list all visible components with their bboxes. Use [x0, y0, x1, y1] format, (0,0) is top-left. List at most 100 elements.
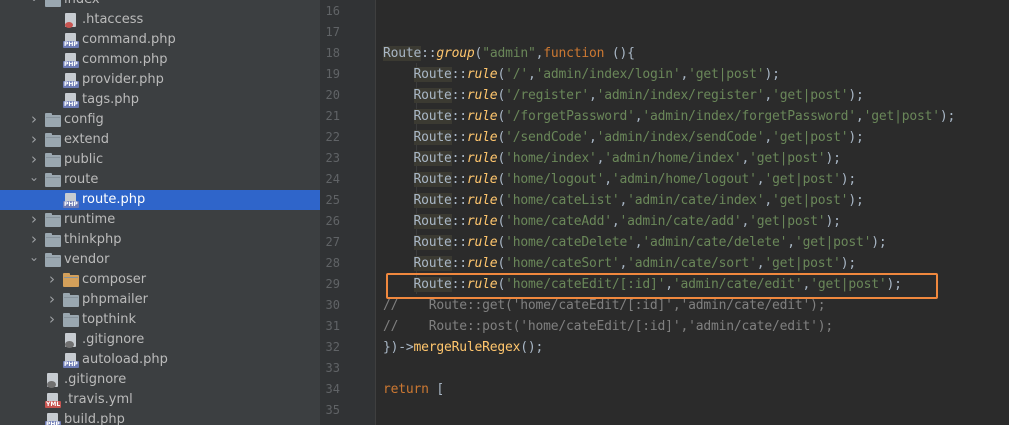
code-token: ( [497, 109, 506, 124]
chevron-right-icon[interactable]: › [28, 150, 40, 170]
tree-item-autoload-php[interactable]: PHP autoload.php [0, 350, 320, 370]
code-line[interactable]: Route::rule('home/cateList','admin/cate/… [383, 190, 864, 211]
code-token: Route [413, 88, 452, 103]
tree-item-thinkphp[interactable]: › thinkphp [0, 230, 320, 250]
code-line[interactable]: Route::rule('home/cateSort','admin/cate/… [383, 253, 856, 274]
tree-item-topthink[interactable]: › topthink [0, 310, 320, 330]
tree-item-label: runtime [64, 212, 116, 227]
code-line[interactable]: Route::rule('home/index','admin/home/ind… [383, 148, 841, 169]
folder-icon [45, 173, 61, 187]
code-token: :: [451, 214, 467, 229]
code-token: , [611, 214, 620, 229]
code-token: 'admin/index/forgetPassword' [642, 109, 856, 124]
tree-item-vendor[interactable]: ⌄ vendor [0, 250, 320, 270]
tree-item-label: config [64, 112, 104, 127]
code-token: rule [466, 130, 498, 145]
tree-item-extend[interactable]: › extend [0, 130, 320, 150]
code-token: Route [413, 256, 452, 271]
tree-item-runtime[interactable]: › runtime [0, 210, 320, 230]
php-file-icon: PHP [63, 93, 79, 108]
tree-item-travis-yml[interactable]: YML .travis.yml [0, 390, 320, 410]
code-line[interactable]: Route::group("admin",function (){ [383, 43, 635, 64]
tree-item-build-php[interactable]: PHP build.php [0, 410, 320, 425]
code-token: 'admin/cate/index' [627, 193, 765, 208]
code-token: 'get|post' [863, 109, 940, 124]
code-token: [ [428, 382, 445, 397]
line-number: 23 [325, 151, 340, 165]
code-token: ); [939, 109, 956, 124]
tree-item-composer[interactable]: › composer [0, 270, 320, 290]
code-token: 'home/cateList' [505, 193, 620, 208]
code-line[interactable]: Route::rule('/forgetPassword','admin/ind… [383, 106, 955, 127]
tree-item-index[interactable]: ⌄ index [0, 0, 320, 10]
code-token: ( [497, 151, 506, 166]
code-token: :: [421, 46, 437, 61]
line-number: 34 [325, 382, 340, 396]
chevron-right-icon[interactable]: › [28, 130, 40, 150]
chevron-down-icon[interactable]: ⌄ [28, 170, 40, 190]
tree-item-label: topthink [82, 312, 137, 327]
code-token: (){ [604, 46, 635, 61]
code-token: ); [848, 88, 864, 103]
chevron-down-icon[interactable]: ⌄ [28, 250, 40, 270]
code-token: ); [764, 67, 780, 82]
tree-item-label: tags.php [82, 92, 139, 107]
chevron-right-icon[interactable]: › [46, 290, 58, 310]
tree-item-htaccess[interactable]: .htaccess [0, 10, 320, 30]
tree-item-public[interactable]: › public [0, 150, 320, 170]
tree-item-gitignore[interactable]: .gitignore [0, 330, 320, 350]
tree-item-command-php[interactable]: PHP command.php [0, 30, 320, 50]
php-file-icon: PHP [63, 193, 79, 208]
code-line[interactable]: Route::rule('/sendCode','admin/index/sen… [383, 127, 864, 148]
code-token: })-> [383, 340, 414, 355]
code-token: Route [413, 172, 452, 187]
code-token: :: [451, 151, 467, 166]
folder-icon [45, 0, 61, 7]
code-line[interactable]: return [ [383, 379, 444, 400]
tree-item-label: build.php [64, 412, 125, 425]
code-token: rule [466, 88, 498, 103]
code-token: ( [497, 172, 506, 187]
code-line[interactable]: Route::rule('home/logout','admin/home/lo… [383, 169, 856, 190]
chevron-right-icon[interactable]: › [28, 110, 40, 130]
code-token: rule [466, 151, 498, 166]
line-number: 18 [325, 46, 340, 60]
code-line[interactable]: })->mergeRuleRegex(); [383, 337, 543, 358]
code-token: :: [451, 88, 467, 103]
tree-item-config[interactable]: › config [0, 110, 320, 130]
line-number: 32 [325, 340, 340, 354]
code-line[interactable]: Route::rule('/register','admin/index/reg… [383, 85, 864, 106]
tree-item-tags-php[interactable]: PHP tags.php [0, 90, 320, 110]
code-line[interactable]: Route::rule('/','admin/index/login','get… [383, 64, 780, 85]
tree-item-route-php[interactable]: PHP route.php [0, 190, 320, 210]
code-token: '/forgetPassword' [505, 109, 635, 124]
tree-item-gitignore[interactable]: .gitignore [0, 370, 320, 390]
chevron-right-icon[interactable]: › [28, 210, 40, 230]
code-token: , [527, 67, 536, 82]
line-number: 31 [325, 319, 340, 333]
tree-item-route[interactable]: ⌄ route [0, 170, 320, 190]
chevron-right-icon[interactable]: › [28, 230, 40, 250]
tree-item-phpmailer[interactable]: › phpmailer [0, 290, 320, 310]
code-line[interactable]: Route::rule('home/cateDelete','admin/cat… [383, 232, 887, 253]
line-number: 35 [325, 403, 340, 417]
code-token: ( [497, 88, 506, 103]
code-token: rule [466, 67, 498, 82]
chevron-down-icon[interactable]: ⌄ [28, 0, 40, 10]
chevron-right-icon[interactable]: › [46, 310, 58, 330]
tree-item-provider-php[interactable]: PHP provider.php [0, 70, 320, 90]
chevron-right-icon[interactable]: › [46, 270, 58, 290]
code-token: '/register' [505, 88, 589, 103]
tree-item-common-php[interactable]: PHP common.php [0, 50, 320, 70]
tree-item-label: extend [64, 132, 110, 147]
code-token: , [787, 235, 795, 250]
code-token: 'admin/cate/delete' [642, 235, 788, 250]
code-token: ); [840, 256, 856, 271]
tree-item-label: .gitignore [64, 372, 127, 387]
folder-icon [45, 233, 61, 247]
code-line[interactable]: Route::rule('home/cateAdd','admin/cate/a… [383, 211, 841, 232]
code-token: ); [848, 193, 864, 208]
code-editor[interactable]: Route::group("admin",function (){ Route:… [376, 0, 1009, 425]
code-line[interactable]: // Route::post('home/cateEdit/[:id]','ad… [383, 316, 833, 337]
project-tree-panel[interactable]: ⌄index.htaccessPHPcommand.phpPHPcommon.p… [0, 0, 320, 425]
